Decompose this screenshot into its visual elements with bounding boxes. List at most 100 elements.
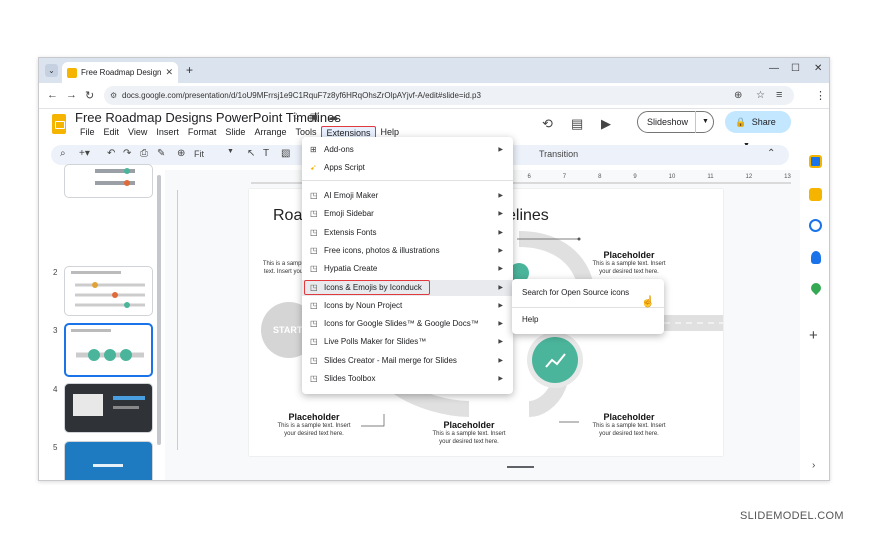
url-input[interactable]: ⚙ docs.google.com/presentation/d/1oU9MFr… (104, 86, 794, 105)
menu-item-label: Emoji Sidebar (324, 209, 374, 218)
menu-slide[interactable]: Slide (221, 126, 249, 140)
keep-icon[interactable] (809, 188, 822, 201)
menu-separator (302, 180, 513, 181)
placeholder-title: Placeholder (603, 412, 655, 422)
get-addons-icon[interactable]: + (809, 327, 818, 344)
menu-item-extensis-fonts[interactable]: ◳ Extensis Fonts ▶ (302, 225, 513, 241)
extensions-dropdown-menu: ⊞ Add-ons ▶ ➹ Apps Script ◳ AI Emoji Mak… (302, 137, 513, 394)
highlight-box (304, 280, 430, 295)
maximize-icon[interactable]: ☐ (791, 63, 800, 74)
addon-icon: ◳ (310, 319, 318, 328)
move-folder-icon[interactable]: ▣ (310, 112, 319, 123)
hand-cursor-icon: ☝ (641, 296, 655, 308)
share-button[interactable]: 🔒 Share ▼ (725, 111, 791, 149)
menu-item-label: Icons for Google Slides™ & Google Docs™ (324, 319, 479, 328)
slide-thumbnail-5[interactable] (64, 441, 153, 480)
menu-view[interactable]: View (124, 126, 151, 140)
browser-tab[interactable]: Free Roadmap Designs PowerP ✕ (62, 62, 178, 83)
url-text: docs.google.com/presentation/d/1oU9MFrrs… (122, 91, 481, 100)
submenu-arrow-icon: ▶ (498, 321, 503, 327)
meet-icon[interactable]: ▶ (601, 116, 611, 132)
history-icon[interactable]: ⟲ (542, 116, 553, 132)
menu-item-iconduck[interactable]: ◳ Icons & Emojis by Iconduck ▶ (302, 280, 513, 296)
menu-arrange[interactable]: Arrange (250, 126, 290, 140)
menu-item-emoji-sidebar[interactable]: ◳ Emoji Sidebar ▶ (302, 206, 513, 222)
menu-item-noun-project[interactable]: ◳ Icons by Noun Project ▶ (302, 298, 513, 314)
menu-item-help[interactable]: Help (512, 311, 664, 329)
menu-item-apps-script[interactable]: ➹ Apps Script (302, 160, 513, 176)
tab-close-icon[interactable]: ✕ (165, 67, 173, 78)
placeholder-text-block: Placeholder This is a sample text. Inser… (589, 251, 669, 276)
star-icon[interactable]: ☆ (292, 112, 301, 123)
menu-item-label: Free icons, photos & illustrations (324, 246, 440, 255)
slide-thumbnail-4[interactable] (64, 383, 153, 433)
bookmark-star-icon[interactable]: ☆ (756, 86, 765, 105)
thumbnail-scrollbar[interactable] (157, 175, 161, 445)
zoom-select[interactable]: Fit (194, 149, 204, 159)
text-box-icon[interactable]: T (263, 148, 269, 159)
contacts-icon[interactable] (811, 251, 821, 264)
zoom-icon[interactable]: ⊕ (177, 148, 185, 159)
share-label: Share (751, 117, 776, 127)
back-icon[interactable]: ← (47, 89, 58, 101)
minimize-icon[interactable]: — (769, 63, 779, 74)
addon-icon: ◳ (310, 301, 318, 310)
menu-item-live-polls[interactable]: ◳ Live Polls Maker for Slides™ ▶ (302, 334, 513, 350)
reload-icon[interactable]: ↻ (85, 89, 94, 102)
paint-format-icon[interactable]: ✎ (157, 148, 165, 159)
site-info-icon[interactable]: ⚙ (110, 86, 117, 105)
redo-icon[interactable]: ↷ (123, 148, 131, 159)
menu-item-free-icons[interactable]: ◳ Free icons, photos & illustrations ▶ (302, 243, 513, 259)
menu-item-ai-emoji-maker[interactable]: ◳ AI Emoji Maker ▶ (302, 188, 513, 204)
ruler-label: 9 (633, 174, 637, 180)
address-bar: ← → ↻ ⚙ docs.google.com/presentation/d/1… (39, 83, 829, 109)
select-cursor-icon[interactable]: ↖ (247, 148, 255, 159)
undo-icon[interactable]: ↶ (107, 148, 115, 159)
menu-item-slides-toolbox[interactable]: ◳ Slides Toolbox ▶ (302, 371, 513, 387)
tasks-icon[interactable] (809, 219, 822, 232)
menu-file[interactable]: File (76, 126, 99, 140)
browser-menu-icon[interactable]: ⋮ (815, 89, 826, 102)
extensions-icon[interactable]: ≡ (776, 89, 782, 101)
menu-item-slides-creator[interactable]: ◳ Slides Creator - Mail merge for Slides… (302, 353, 513, 369)
maps-icon[interactable] (808, 280, 824, 296)
menu-item-icons-google-slides[interactable]: ◳ Icons for Google Slides™ & Google Docs… (302, 316, 513, 332)
transition-button[interactable]: Transition (539, 149, 578, 159)
placeholder-text-block: Placeholder This is a sample text. Inser… (429, 421, 509, 446)
menu-item-label: Live Polls Maker for Slides™ (324, 337, 427, 346)
close-window-icon[interactable]: ✕ (814, 63, 822, 74)
menu-insert[interactable]: Insert (152, 126, 183, 140)
collapse-toolbar-icon[interactable]: ⌃ (767, 148, 775, 159)
submenu-arrow-icon: ▶ (498, 303, 503, 309)
new-tab-button[interactable]: + (186, 63, 193, 77)
google-slides-logo-icon[interactable] (52, 114, 66, 134)
cloud-status-icon[interactable]: ☁ (328, 112, 338, 123)
calendar-icon[interactable] (809, 155, 822, 168)
menu-item-hypatia-create[interactable]: ◳ Hypatia Create ▶ (302, 261, 513, 277)
tab-search-icon[interactable]: ⌄ (45, 64, 58, 77)
slide-title-right: elines (507, 207, 549, 224)
placeholder-desc: This is a sample text. Insert your desir… (262, 261, 307, 275)
hide-side-panel-icon[interactable]: › (812, 460, 815, 471)
slide-thumbnail-3[interactable] (64, 323, 153, 377)
notes-drag-handle[interactable] (507, 466, 534, 468)
thumbnail-graphic (71, 329, 144, 361)
image-icon[interactable]: ▧ (281, 148, 290, 159)
slide-thumbnail-1[interactable] (64, 164, 153, 198)
menu-format[interactable]: Format (184, 126, 221, 140)
zoom-icon[interactable]: ⊕ (734, 86, 742, 105)
menu-edit[interactable]: Edit (100, 126, 124, 140)
comments-icon[interactable]: ▤ (571, 116, 583, 132)
menu-item-add-ons[interactable]: ⊞ Add-ons ▶ (302, 142, 513, 158)
zoom-dropdown-icon[interactable]: ▼ (227, 148, 234, 155)
vertical-ruler (177, 190, 185, 450)
submenu-arrow-icon: ▶ (498, 376, 503, 382)
submenu-arrow-icon: ▶ (498, 211, 503, 217)
slide-thumbnail-2[interactable] (64, 266, 153, 316)
forward-icon[interactable]: → (66, 89, 77, 101)
search-menus-icon[interactable]: ⌕ (60, 148, 66, 159)
slideshow-dropdown-icon[interactable]: ▼ (695, 111, 715, 133)
new-slide-icon[interactable]: +▾ (79, 148, 90, 159)
tab-strip: ⌄ Free Roadmap Designs PowerP ✕ + — ☐ ✕ (39, 58, 829, 83)
print-icon[interactable]: ⎙ (140, 148, 148, 159)
